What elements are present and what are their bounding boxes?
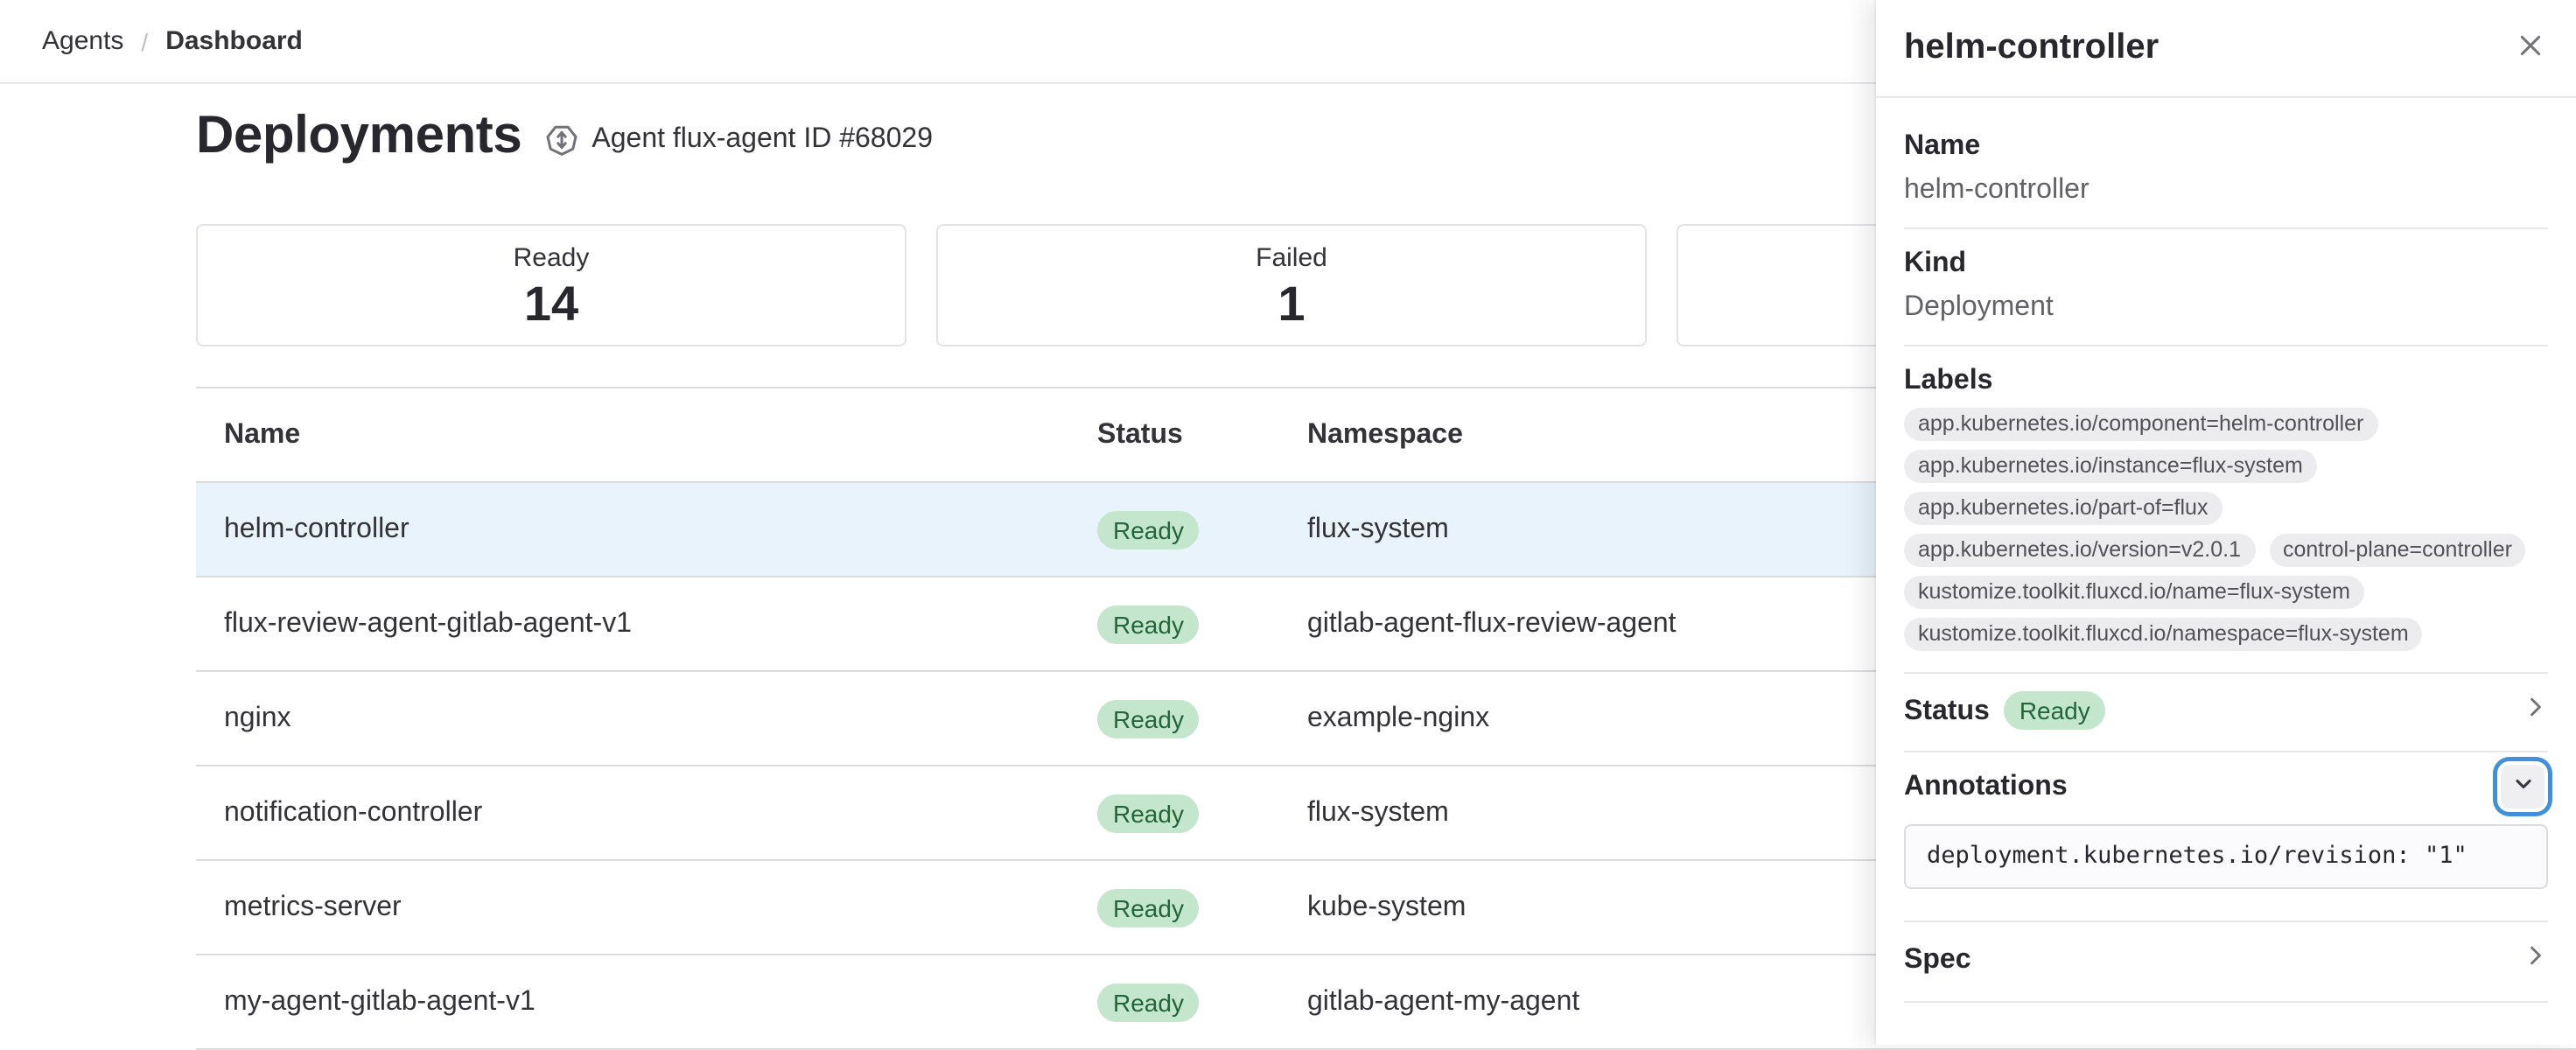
agent-info: Agent flux-agent ID #68029: [544, 122, 933, 170]
label-pill: kustomize.toolkit.fluxcd.io/name=flux-sy…: [1904, 576, 2364, 609]
section-name: Name helm-controller: [1904, 112, 2548, 229]
card-ready: Ready 14: [196, 224, 906, 346]
chevron-down-icon: [2510, 771, 2535, 801]
card-failed-value: 1: [1278, 276, 1305, 332]
section-name-value: helm-controller: [1904, 173, 2548, 206]
breadcrumb-separator: /: [141, 27, 148, 55]
drawer-header: helm-controller: [1876, 0, 2576, 98]
section-spec[interactable]: Spec: [1904, 922, 2548, 1003]
cell-name: metrics-server: [196, 892, 1097, 923]
drawer-body: Name helm-controller Kind Deployment Lab…: [1876, 98, 2576, 1003]
breadcrumb-agents[interactable]: Agents: [42, 26, 123, 56]
status-badge: Ready: [1097, 794, 1200, 832]
card-ready-value: 14: [524, 276, 578, 332]
card-failed: Failed 1: [936, 224, 1647, 346]
cell-name: flux-review-agent-gitlab-agent-v1: [196, 608, 1097, 640]
label-pill: kustomize.toolkit.fluxcd.io/namespace=fl…: [1904, 618, 2423, 651]
drawer-status-badge: Ready: [2004, 691, 2106, 730]
label-pill: control-plane=controller: [2269, 534, 2526, 567]
label-pill: app.kubernetes.io/version=v2.0.1: [1904, 534, 2255, 567]
column-header-name: Name: [196, 419, 1097, 451]
drawer-title: helm-controller: [1904, 28, 2159, 68]
section-status[interactable]: Status Ready: [1904, 674, 2548, 752]
status-badge: Ready: [1097, 983, 1200, 1021]
section-kind-label: Kind: [1904, 247, 2548, 280]
detail-drawer: helm-controller Name helm-controller Kin…: [1876, 0, 2576, 1045]
annotations-code: deployment.kubernetes.io/revision: "1": [1904, 824, 2548, 889]
status-badge: Ready: [1097, 888, 1200, 927]
section-annotations: Annotations deployment.kubernetes.io/rev…: [1904, 752, 2548, 922]
section-spec-label: Spec: [1904, 943, 1971, 976]
close-icon: [2518, 33, 2543, 63]
page-header: Deployments Agent flux-agent ID #68029: [196, 103, 933, 170]
section-kind-value: Deployment: [1904, 290, 2548, 324]
card-ready-label: Ready: [514, 242, 590, 275]
app-window: Agents / Dashboard Deployments Agent flu…: [0, 0, 2576, 1045]
section-annotations-label: Annotations: [1904, 769, 2068, 802]
label-pill: app.kubernetes.io/component=helm-control…: [1904, 408, 2377, 441]
close-button[interactable]: [2506, 24, 2555, 73]
page-title: Deployments: [196, 103, 522, 170]
cell-name: helm-controller: [196, 514, 1097, 545]
annotations-collapse-button[interactable]: [2497, 760, 2548, 811]
status-badge: Ready: [1097, 510, 1200, 549]
chevron-right-icon: [2524, 943, 2548, 976]
section-status-label: Status: [1904, 694, 1990, 727]
agent-label: Agent flux-agent ID #68029: [592, 124, 933, 156]
breadcrumb-dashboard[interactable]: Dashboard: [165, 26, 303, 56]
status-badge: Ready: [1097, 699, 1200, 738]
cluster-agent-icon: [544, 122, 579, 158]
section-name-label: Name: [1904, 130, 2548, 163]
cell-name: nginx: [196, 703, 1097, 734]
label-pill: app.kubernetes.io/part-of=flux: [1904, 492, 2222, 525]
status-badge: Ready: [1097, 605, 1200, 643]
card-failed-label: Failed: [1256, 242, 1327, 275]
cell-name: notification-controller: [196, 797, 1097, 829]
section-labels-label: Labels: [1904, 364, 2548, 397]
label-pill: app.kubernetes.io/instance=flux-system: [1904, 450, 2317, 483]
labels-pill-list: app.kubernetes.io/component=helm-control…: [1904, 408, 2548, 651]
section-kind: Kind Deployment: [1904, 229, 2548, 346]
section-labels: Labels app.kubernetes.io/component=helm-…: [1904, 346, 2548, 674]
column-header-status: Status: [1097, 419, 1307, 451]
cell-name: my-agent-gitlab-agent-v1: [196, 986, 1097, 1018]
chevron-right-icon: [2524, 694, 2548, 727]
